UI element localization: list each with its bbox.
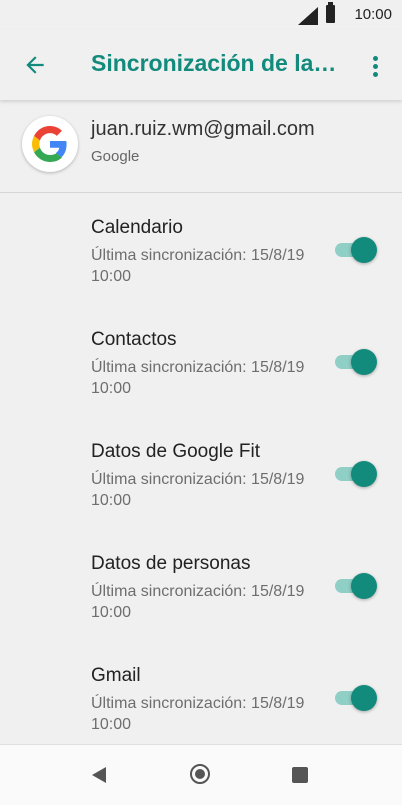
sync-item-calendario[interactable]: Calendario Última sincronización: 15/8/1… [0, 193, 402, 305]
signal-icon [298, 7, 318, 25]
nav-recents-icon[interactable] [292, 767, 308, 783]
account-type: Google [91, 148, 140, 165]
page-title: Sincronización de la cuenta [91, 50, 341, 76]
sync-toggle[interactable] [335, 573, 379, 599]
sync-item-title: Contactos [91, 329, 177, 350]
sync-item-personas[interactable]: Datos de personas Última sincronización:… [0, 529, 402, 641]
app-bar: Sincronización de la cuenta [0, 30, 402, 100]
sync-item-gmail[interactable]: Gmail Última sincronización: 15/8/19 10:… [0, 641, 402, 753]
sync-item-subtitle: Última sincronización: 15/8/19 10:00 [91, 695, 305, 733]
sync-toggle[interactable] [335, 461, 379, 487]
sync-toggle[interactable] [335, 237, 379, 263]
sync-item-subtitle: Última sincronización: 15/8/19 10:00 [91, 583, 305, 621]
sync-item-title: Datos de personas [91, 553, 251, 574]
sync-item-title: Gmail [91, 665, 141, 686]
account-email: juan.ruiz.wm@gmail.com [91, 118, 315, 140]
nav-back-icon[interactable] [92, 767, 108, 783]
google-logo-icon [22, 116, 78, 172]
sync-item-title: Calendario [91, 217, 183, 238]
sync-item-subtitle: Última sincronización: 15/8/19 10:00 [91, 471, 305, 509]
sync-item-contactos[interactable]: Contactos Última sincronización: 15/8/19… [0, 305, 402, 417]
navigation-bar [0, 744, 402, 805]
sync-item-subtitle: Última sincronización: 15/8/19 10:00 [91, 359, 305, 397]
back-arrow-icon[interactable] [22, 52, 48, 78]
more-vert-icon[interactable] [366, 54, 384, 78]
sync-item-title: Datos de Google Fit [91, 441, 260, 462]
status-bar: 10:00 [0, 0, 402, 30]
sync-item-subtitle: Última sincronización: 15/8/19 10:00 [91, 247, 305, 285]
sync-toggle[interactable] [335, 349, 379, 375]
nav-home-icon[interactable] [190, 764, 210, 784]
status-time: 10:00 [354, 6, 392, 23]
sync-item-google-fit[interactable]: Datos de Google Fit Última sincronizació… [0, 417, 402, 529]
sync-toggle[interactable] [335, 685, 379, 711]
battery-icon [326, 2, 335, 23]
